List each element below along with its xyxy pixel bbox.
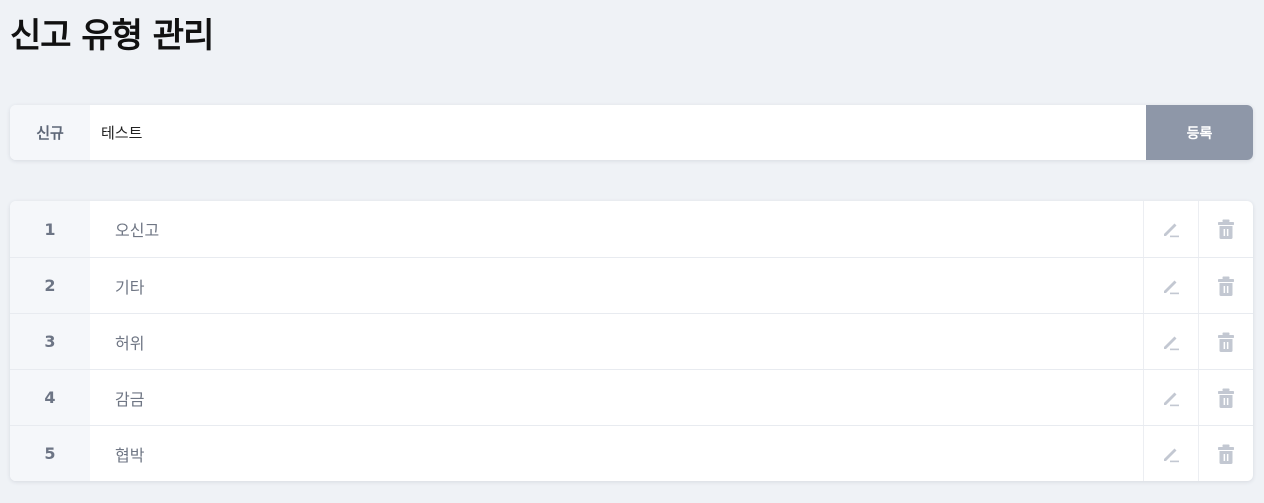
- delete-button[interactable]: [1198, 314, 1253, 369]
- report-type-row: 5 협박: [10, 425, 1253, 481]
- report-type-row: 4 감금: [10, 369, 1253, 425]
- report-type-row: 3 허위: [10, 313, 1253, 369]
- delete-button[interactable]: [1198, 426, 1253, 481]
- edit-button[interactable]: [1143, 370, 1198, 425]
- row-number: 4: [10, 370, 90, 425]
- page-title: 신고 유형 관리: [10, 16, 214, 56]
- new-report-type-input[interactable]: [90, 105, 1146, 160]
- delete-button[interactable]: [1198, 370, 1253, 425]
- edit-button[interactable]: [1143, 426, 1198, 481]
- row-number: 2: [10, 258, 90, 313]
- report-type-name: 감금: [115, 389, 145, 409]
- trash-icon: [1218, 219, 1234, 239]
- pencil-icon: [1164, 448, 1179, 462]
- new-entry-label: 신규: [10, 105, 90, 160]
- report-type-row: 1 오신고: [10, 201, 1253, 257]
- edit-button[interactable]: [1143, 314, 1198, 369]
- trash-icon: [1218, 444, 1234, 464]
- trash-icon: [1218, 388, 1234, 408]
- report-type-row: 2 기타: [10, 257, 1253, 313]
- row-number: 3: [10, 314, 90, 369]
- trash-icon: [1218, 276, 1234, 296]
- report-type-name: 협박: [115, 445, 145, 465]
- report-type-name: 허위: [115, 333, 145, 353]
- report-type-name: 기타: [115, 277, 145, 297]
- report-type-name: 오신고: [115, 221, 160, 240]
- register-button[interactable]: 등록: [1146, 105, 1253, 160]
- report-type-list: 1 오신고 2 기타 3 허위 4 감금 5 협박: [10, 201, 1253, 481]
- delete-button[interactable]: [1198, 201, 1253, 257]
- row-number: 1: [10, 201, 90, 257]
- pencil-icon: [1164, 280, 1179, 294]
- pencil-icon: [1164, 336, 1179, 350]
- delete-button[interactable]: [1198, 258, 1253, 313]
- edit-button[interactable]: [1143, 201, 1198, 257]
- pencil-icon: [1164, 392, 1179, 406]
- new-report-type-form: 신규 등록: [10, 105, 1253, 160]
- pencil-icon: [1164, 223, 1179, 238]
- row-number: 5: [10, 426, 90, 481]
- edit-button[interactable]: [1143, 258, 1198, 313]
- trash-icon: [1218, 332, 1234, 352]
